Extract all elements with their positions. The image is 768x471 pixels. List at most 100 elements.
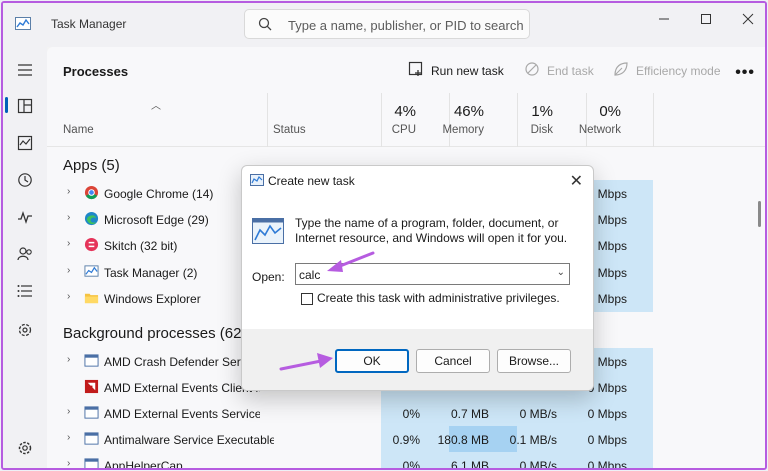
details-icon (17, 285, 32, 297)
service-window-icon (84, 458, 99, 468)
minimize-button[interactable] (649, 11, 679, 29)
open-input-value[interactable]: calc (299, 268, 320, 282)
disk-total: 1% (531, 103, 553, 120)
process-name: Google Chrome (14) (104, 187, 214, 201)
network-total: 0% (599, 103, 621, 120)
end-task-icon (525, 62, 539, 76)
chevron-right-icon[interactable]: › (67, 265, 70, 276)
folder-icon (84, 293, 99, 304)
chevron-right-icon[interactable]: › (67, 186, 70, 197)
task-manager-icon (84, 265, 99, 277)
browse-button[interactable]: Browse... (497, 349, 571, 373)
cancel-button[interactable]: Cancel (416, 349, 490, 373)
skitch-icon (84, 237, 99, 252)
dialog-title: Create new task (268, 174, 355, 188)
minimize-icon (659, 18, 669, 20)
nav-settings[interactable] (11, 435, 39, 461)
hamburger-menu-button[interactable] (11, 57, 39, 83)
chevron-right-icon[interactable]: › (67, 212, 70, 223)
group-background-title: Background processes (62) (63, 325, 247, 342)
column-status[interactable]: Status (273, 124, 306, 136)
sort-caret-icon[interactable]: ︿ (151, 97, 161, 112)
process-name: AMD External Events Client M (104, 381, 260, 395)
efficiency-mode-button[interactable]: Efficiency mode (613, 60, 723, 82)
open-label: Open: (252, 270, 285, 284)
column-separator (381, 93, 382, 147)
admin-privileges-checkbox[interactable] (301, 293, 313, 305)
page-title: Processes (63, 64, 129, 79)
column-separator (517, 93, 518, 147)
ok-button[interactable]: OK (335, 349, 409, 373)
leaf-icon (614, 62, 628, 76)
end-task-button[interactable]: End task (524, 60, 604, 82)
nav-details[interactable] (11, 278, 39, 304)
hamburger-icon (18, 64, 32, 76)
table-row[interactable]: › AppHelperCap 0% 6.1 MB 0 MB/s 0 Mbps (47, 452, 751, 470)
title-bar: Task Manager Type a name, publisher, or … (3, 3, 765, 47)
more-options-button[interactable]: ••• (735, 64, 755, 82)
amd-icon (84, 379, 99, 394)
dialog-close-button[interactable]: ✕ (570, 171, 583, 191)
column-separator (653, 93, 654, 147)
cpu-total: 4% (394, 103, 416, 120)
window-title: Task Manager (51, 17, 127, 31)
network-value: 0 Mbps (587, 433, 627, 447)
vertical-scrollbar[interactable] (758, 201, 761, 227)
nav-services[interactable] (11, 317, 39, 343)
navigation-pane (3, 47, 47, 468)
chevron-right-icon[interactable]: › (67, 238, 70, 249)
process-name: Antimalware Service Executable (104, 433, 274, 447)
column-network[interactable]: Network (579, 124, 621, 136)
process-name: Windows Explorer (104, 292, 201, 306)
process-name: Skitch (32 bit) (104, 239, 178, 253)
maximize-icon (701, 14, 711, 24)
disk-value: 0 MB/s (519, 407, 557, 421)
service-window-icon (84, 354, 99, 367)
memory-value: 180.8 MB (437, 433, 489, 447)
chevron-right-icon[interactable]: › (67, 432, 70, 443)
service-window-icon (84, 432, 99, 445)
network-value: 0 Mbps (587, 459, 627, 470)
disk-value: 0.1 MB/s (509, 433, 557, 447)
close-window-button[interactable] (733, 11, 763, 29)
gear-icon (18, 441, 32, 455)
chevron-right-icon[interactable]: › (67, 458, 70, 468)
run-new-task-label: Run new task (431, 64, 504, 78)
column-separator (586, 93, 587, 147)
column-name[interactable]: Name (63, 124, 94, 136)
search-icon (258, 17, 272, 31)
chevron-right-icon[interactable]: › (67, 406, 70, 417)
chrome-icon (84, 185, 99, 200)
table-row[interactable]: › AMD External Events Service ... 0% 0.7… (47, 400, 751, 426)
nav-performance[interactable] (11, 130, 39, 156)
task-manager-icon (15, 17, 31, 30)
dialog-title-bar[interactable]: Create new task ✕ (242, 166, 593, 194)
performance-icon (17, 135, 33, 151)
dialog-description: Type the name of a program, folder, docu… (295, 216, 568, 245)
column-cpu[interactable]: CPU (392, 124, 416, 136)
process-name: AMD External Events Service ... (104, 407, 260, 421)
nav-users[interactable] (11, 241, 39, 267)
column-memory[interactable]: Memory (442, 124, 484, 136)
run-program-icon (252, 218, 284, 244)
history-icon (18, 173, 32, 187)
search-input[interactable]: Type a name, publisher, or PID to search (244, 9, 530, 39)
column-disk[interactable]: Disk (531, 124, 553, 136)
open-combobox[interactable]: calc ⌄ (295, 263, 570, 285)
cpu-value: 0% (402, 407, 420, 421)
admin-privileges-label[interactable]: Create this task with administrative pri… (317, 291, 560, 305)
close-icon (742, 13, 754, 25)
cpu-value: 0% (402, 459, 420, 470)
nav-startup-apps[interactable] (11, 204, 39, 230)
process-name: Task Manager (2) (104, 266, 198, 280)
run-new-task-button[interactable]: Run new task (408, 60, 508, 82)
cpu-value: 0.9% (392, 433, 420, 447)
nav-app-history[interactable] (11, 167, 39, 193)
chevron-right-icon[interactable]: › (67, 354, 70, 365)
table-row[interactable]: › Antimalware Service Executable 0.9% 18… (47, 426, 751, 452)
chevron-down-icon[interactable]: ⌄ (557, 267, 565, 278)
maximize-button[interactable] (691, 11, 721, 29)
nav-processes[interactable] (11, 93, 39, 119)
memory-total: 46% (453, 103, 484, 120)
chevron-right-icon[interactable]: › (67, 291, 70, 302)
